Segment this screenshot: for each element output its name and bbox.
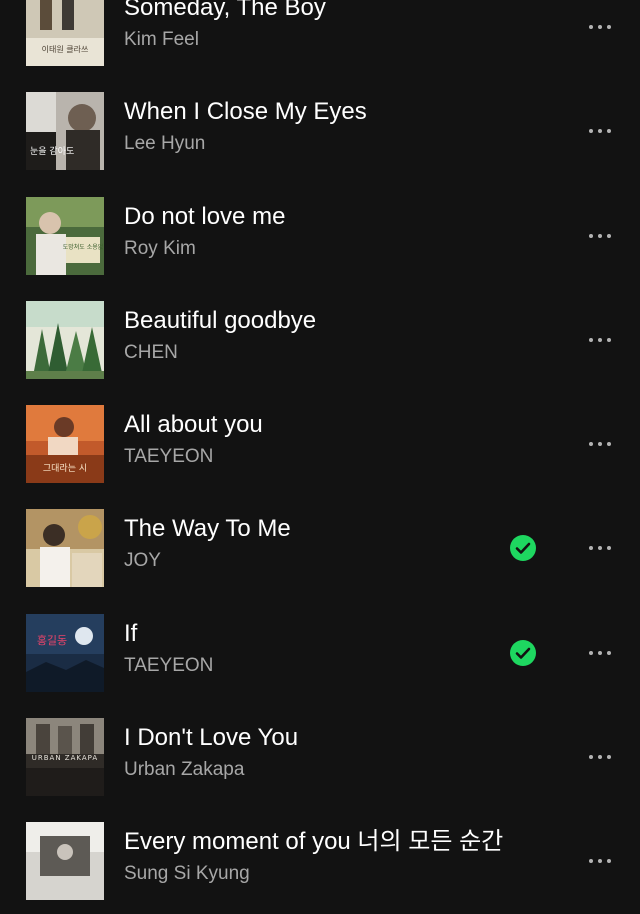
more-horizontal-icon	[589, 337, 593, 342]
more-horizontal-icon	[589, 442, 593, 447]
more-options-button[interactable]	[580, 845, 620, 877]
track-title: Do not love me	[124, 202, 286, 230]
track-row[interactable]: 홍길동 If TAEYEON	[0, 601, 640, 705]
more-dot	[598, 442, 602, 447]
more-options-button[interactable]	[580, 11, 620, 43]
album-cover	[26, 822, 104, 901]
more-dot	[598, 129, 602, 134]
album-cover-text: 눈을 감아도	[30, 145, 74, 157]
more-horizontal-icon	[589, 25, 593, 29]
track-row[interactable]: 이태원 클라쓰 Someday, The Boy Kim Feel	[0, 0, 640, 79]
more-dot	[607, 25, 611, 29]
track-artist: JOY	[124, 550, 161, 572]
track-row[interactable]: Every moment of you 너의 모든 순간 Sung Si Kyu…	[0, 809, 640, 913]
track-artist: Roy Kim	[124, 237, 196, 259]
album-cover-text: URBAN ZAKAPA	[32, 754, 98, 762]
more-horizontal-icon	[589, 129, 593, 134]
more-dot	[598, 337, 602, 342]
track-title: I Don't Love You	[124, 724, 299, 752]
more-horizontal-icon	[589, 233, 593, 238]
more-horizontal-icon	[589, 859, 593, 864]
track-artist: Kim Feel	[124, 29, 199, 50]
track-artist: Sung Si Kyung	[124, 863, 250, 885]
more-dot	[607, 859, 611, 864]
more-horizontal-icon	[589, 650, 593, 655]
track-row[interactable]: 그대라는 시 All about you TAEYEON	[0, 392, 640, 496]
more-dot	[598, 233, 602, 238]
album-cover: 이태원 클라쓰	[26, 0, 104, 66]
more-options-button[interactable]	[580, 637, 620, 669]
album-cover: URBAN ZAKAPA	[26, 718, 104, 797]
more-dot	[607, 755, 611, 760]
album-cover-text: 이태원 클라쓰	[42, 44, 89, 54]
more-dot	[598, 546, 602, 551]
track-title: Every moment of you 너의 모든 순간	[124, 828, 504, 856]
more-dot	[598, 755, 602, 760]
more-dot	[598, 859, 602, 864]
track-list: 이태원 클라쓰 Someday, The Boy Kim Feel 눈을 감아도…	[0, 0, 640, 914]
more-options-button[interactable]	[580, 428, 620, 460]
album-cover	[26, 509, 104, 588]
track-artist: TAEYEON	[124, 654, 214, 676]
track-row[interactable]: 눈을 감아도 When I Close My Eyes Lee Hyun	[0, 79, 640, 183]
more-dot	[607, 546, 611, 551]
track-artist: TAEYEON	[124, 446, 214, 468]
more-dot	[598, 25, 602, 29]
more-options-button[interactable]	[580, 741, 620, 773]
more-options-button[interactable]	[580, 220, 620, 252]
more-dot	[607, 337, 611, 342]
album-cover-text: 홍길동	[37, 633, 67, 647]
more-horizontal-icon	[589, 546, 593, 551]
album-cover-text: 도망쳐도 소용없	[63, 243, 104, 251]
album-cover: 그대라는 시	[26, 405, 104, 484]
album-cover: 도망쳐도 소용없	[26, 196, 104, 275]
track-title: Beautiful goodbye	[124, 306, 317, 334]
track-artist: CHEN	[124, 341, 178, 363]
track-artist: Urban Zakapa	[124, 759, 245, 781]
more-options-button[interactable]	[580, 115, 620, 147]
more-options-button[interactable]	[580, 532, 620, 564]
more-dot	[607, 650, 611, 655]
more-dot	[607, 442, 611, 447]
track-title: All about you	[124, 411, 263, 439]
track-title: If	[124, 619, 138, 647]
album-cover-text: 그대라는 시	[43, 463, 87, 474]
track-title: Someday, The Boy	[124, 0, 326, 21]
more-options-button[interactable]	[580, 324, 620, 356]
album-cover: 홍길동	[26, 613, 104, 692]
track-row[interactable]: The Way To Me JOY	[0, 496, 640, 600]
track-title: When I Close My Eyes	[124, 98, 367, 126]
track-row[interactable]: URBAN ZAKAPA I Don't Love You Urban Zaka…	[0, 705, 640, 809]
more-dot	[607, 233, 611, 238]
more-dot	[598, 650, 602, 655]
track-title: The Way To Me	[124, 515, 291, 543]
track-artist: Lee Hyun	[124, 133, 206, 155]
more-horizontal-icon	[589, 755, 593, 760]
more-dot	[607, 129, 611, 134]
track-row[interactable]: 도망쳐도 소용없 Do not love me Roy Kim	[0, 184, 640, 288]
album-cover	[26, 300, 104, 379]
album-cover: 눈을 감아도	[26, 92, 104, 171]
track-row[interactable]: Beautiful goodbye CHEN	[0, 288, 640, 392]
check-circle-icon	[510, 639, 536, 666]
check-circle-icon	[510, 535, 536, 562]
